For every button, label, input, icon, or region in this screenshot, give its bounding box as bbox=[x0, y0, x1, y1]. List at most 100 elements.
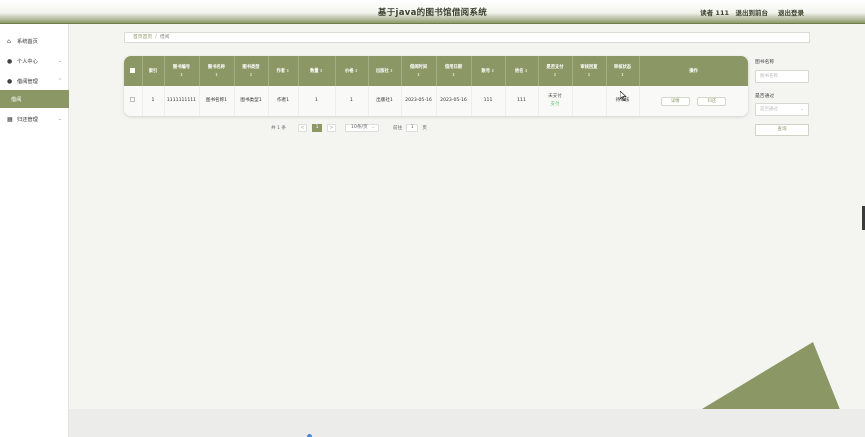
top-header: 基于java的图书馆借阅系统 读者 111 退出到前台 退出登录 bbox=[0, 0, 865, 24]
column-header: 索引 bbox=[142, 56, 165, 86]
sidebar-item-label: 归还管理 bbox=[17, 116, 38, 123]
cell-borrow-time: 2023-05-16 bbox=[401, 86, 437, 116]
select-all-checkbox[interactable] bbox=[130, 67, 136, 73]
column-header[interactable]: 借用日期 ⇕ bbox=[436, 56, 472, 86]
cell-index: 1 bbox=[142, 86, 165, 116]
column-header[interactable]: 借阅时间 ⇕ bbox=[401, 56, 437, 86]
back-to-front-link[interactable]: 退出到前台 bbox=[736, 7, 769, 17]
sidebar-item-personal[interactable]: ● 个人中心 ⌄ bbox=[0, 52, 69, 70]
next-page-button[interactable]: > bbox=[327, 123, 337, 132]
sort-icon[interactable]: ⇕ bbox=[438, 71, 470, 78]
select-all-header bbox=[124, 56, 143, 86]
column-header[interactable]: 审核状态 ⇕ bbox=[606, 56, 640, 86]
user-label: 读者 111 bbox=[700, 9, 729, 17]
sort-icon[interactable]: ⇕ bbox=[236, 71, 267, 78]
sidebar-item-return-management[interactable]: ▦ 归还管理 ⌄ bbox=[0, 110, 69, 128]
sidebar-item-borrow-management[interactable]: ● 借阅管理 ⌃ bbox=[0, 72, 69, 90]
column-header[interactable]: 是否支付 ⇕ bbox=[538, 56, 573, 86]
column-header[interactable]: 审核回复 ⇕ bbox=[572, 56, 607, 86]
cell-book-no: 1111111111 bbox=[164, 86, 200, 116]
home-icon: ⌂ bbox=[7, 37, 11, 45]
column-header[interactable]: 图书类型 ⇕ bbox=[234, 56, 269, 86]
cell-book-name: 图书名称1 bbox=[199, 86, 235, 116]
column-header[interactable]: 出版社⇕ bbox=[368, 56, 402, 86]
review-label: 是否通过 bbox=[755, 94, 775, 99]
cell-book-type: 图书类型1 bbox=[234, 86, 269, 116]
column-header[interactable]: 作者⇕ bbox=[268, 56, 299, 86]
goto-page-input[interactable]: 1 bbox=[406, 123, 419, 132]
sort-icon[interactable]: ⇕ bbox=[403, 71, 435, 78]
detail-button[interactable]: 详情 bbox=[660, 96, 690, 106]
row-select-cell bbox=[124, 86, 143, 116]
logout-link[interactable]: 退出登录 bbox=[778, 7, 804, 17]
column-header: 操作 bbox=[639, 56, 748, 86]
column-header[interactable]: 价格⇕ bbox=[335, 56, 369, 86]
sort-icon[interactable]: ⇕ bbox=[320, 68, 323, 73]
chevron-down-icon: ⌄ bbox=[799, 106, 804, 112]
borrow-table: 索引 图书编号 ⇕ 图书名称 ⇕ 图书类型 ⇕ 作者⇕ 数量⇕ 价格⇕ 出版社⇕ 借阅… bbox=[124, 56, 748, 116]
sidebar: ⌂ 系统首页 ● 个人中心 ⌄ ● 借阅管理 ⌃ 借阅 ▦ 归还管理 ⌄ bbox=[0, 24, 69, 437]
mouse-cursor-icon bbox=[620, 91, 627, 101]
sort-icon[interactable]: ⇕ bbox=[390, 68, 393, 73]
review-select-placeholder: 是否通过 bbox=[760, 107, 778, 112]
query-button[interactable]: 查询 bbox=[755, 124, 809, 136]
book-name-input[interactable]: 图书名称 bbox=[755, 70, 809, 83]
sidebar-item-label: 系统首页 bbox=[17, 38, 38, 45]
grid-icon: ▦ bbox=[7, 115, 13, 123]
column-header[interactable]: 数量⇕ bbox=[298, 56, 336, 86]
column-header[interactable]: 图书编号 ⇕ bbox=[164, 56, 200, 86]
sort-icon[interactable]: ⇕ bbox=[201, 71, 233, 78]
chevron-down-icon: ⌄ bbox=[57, 58, 62, 64]
breadcrumb-current: 借阅 bbox=[159, 35, 170, 40]
sort-icon[interactable]: ⇕ bbox=[574, 71, 605, 78]
sort-icon[interactable]: ⇕ bbox=[166, 71, 198, 78]
page-size-value: 10条/页 bbox=[351, 124, 368, 130]
cell-name: 111 bbox=[505, 86, 539, 116]
sort-icon[interactable]: ⇕ bbox=[540, 71, 571, 78]
cell-actions: 详情 归还 bbox=[639, 86, 748, 116]
page-number-button[interactable]: 1 bbox=[312, 123, 323, 132]
page-size-select[interactable]: 10条/页 ⌄ bbox=[345, 123, 380, 132]
sidebar-item-label: 借阅 bbox=[11, 96, 22, 103]
column-header[interactable]: 账号⇕ bbox=[471, 56, 506, 86]
user-icon: ● bbox=[7, 77, 13, 85]
page-suffix: 页 bbox=[422, 125, 427, 131]
pagination: 共 1 条 < 1 > 10条/页 ⌄ 前往 1 页 bbox=[271, 123, 427, 132]
chevron-down-icon: ⌄ bbox=[371, 124, 376, 130]
review-select[interactable]: 是否通过 ⌄ bbox=[755, 103, 809, 116]
cell-quantity: 1 bbox=[298, 86, 336, 116]
total-count: 共 1 条 bbox=[271, 125, 287, 131]
goto-label: 前往 bbox=[393, 125, 403, 131]
sidebar-item-borrow[interactable]: 借阅 bbox=[0, 90, 69, 108]
pay-link[interactable]: 支付 bbox=[540, 101, 571, 109]
breadcrumb: 首页首页 / 借阅 bbox=[124, 32, 810, 43]
pay-status-text: 未支付 bbox=[548, 94, 562, 99]
sort-icon[interactable]: ⇕ bbox=[525, 68, 528, 73]
decorative-shape bbox=[697, 342, 841, 412]
column-header[interactable]: 图书名称 ⇕ bbox=[199, 56, 235, 86]
breadcrumb-separator: / bbox=[155, 35, 157, 40]
cell-account: 111 bbox=[471, 86, 506, 116]
prev-page-button[interactable]: < bbox=[298, 123, 308, 132]
chevron-up-icon: ⌃ bbox=[57, 78, 62, 84]
cell-author: 作者1 bbox=[268, 86, 299, 116]
user-icon: ● bbox=[7, 57, 13, 65]
return-button[interactable]: 归还 bbox=[697, 96, 727, 106]
sort-icon[interactable]: ⇕ bbox=[491, 68, 494, 73]
sidebar-item-label: 个人中心 bbox=[17, 58, 38, 65]
chevron-down-icon: ⌄ bbox=[57, 116, 62, 122]
book-name-label: 图书名称 bbox=[755, 60, 775, 65]
sort-icon[interactable]: ⇕ bbox=[355, 68, 358, 73]
cell-pay-status: 未支付 支付 bbox=[538, 86, 573, 116]
table-row: 1 1111111111 图书名称1 图书类型1 作者1 1 1 出版社1 20… bbox=[124, 86, 748, 116]
sort-icon[interactable]: ⇕ bbox=[286, 68, 289, 73]
row-checkbox[interactable] bbox=[130, 97, 136, 102]
sort-icon[interactable]: ⇕ bbox=[608, 71, 638, 78]
cell-borrow-date: 2023-05-16 bbox=[436, 86, 472, 116]
cell-publisher: 出版社1 bbox=[368, 86, 402, 116]
breadcrumb-home[interactable]: 首页首页 bbox=[133, 35, 152, 40]
sidebar-item-home[interactable]: ⌂ 系统首页 bbox=[0, 32, 69, 50]
column-header[interactable]: 姓名⇕ bbox=[505, 56, 539, 86]
sidebar-item-label: 借阅管理 bbox=[17, 78, 38, 85]
cell-review-reply bbox=[572, 86, 607, 116]
